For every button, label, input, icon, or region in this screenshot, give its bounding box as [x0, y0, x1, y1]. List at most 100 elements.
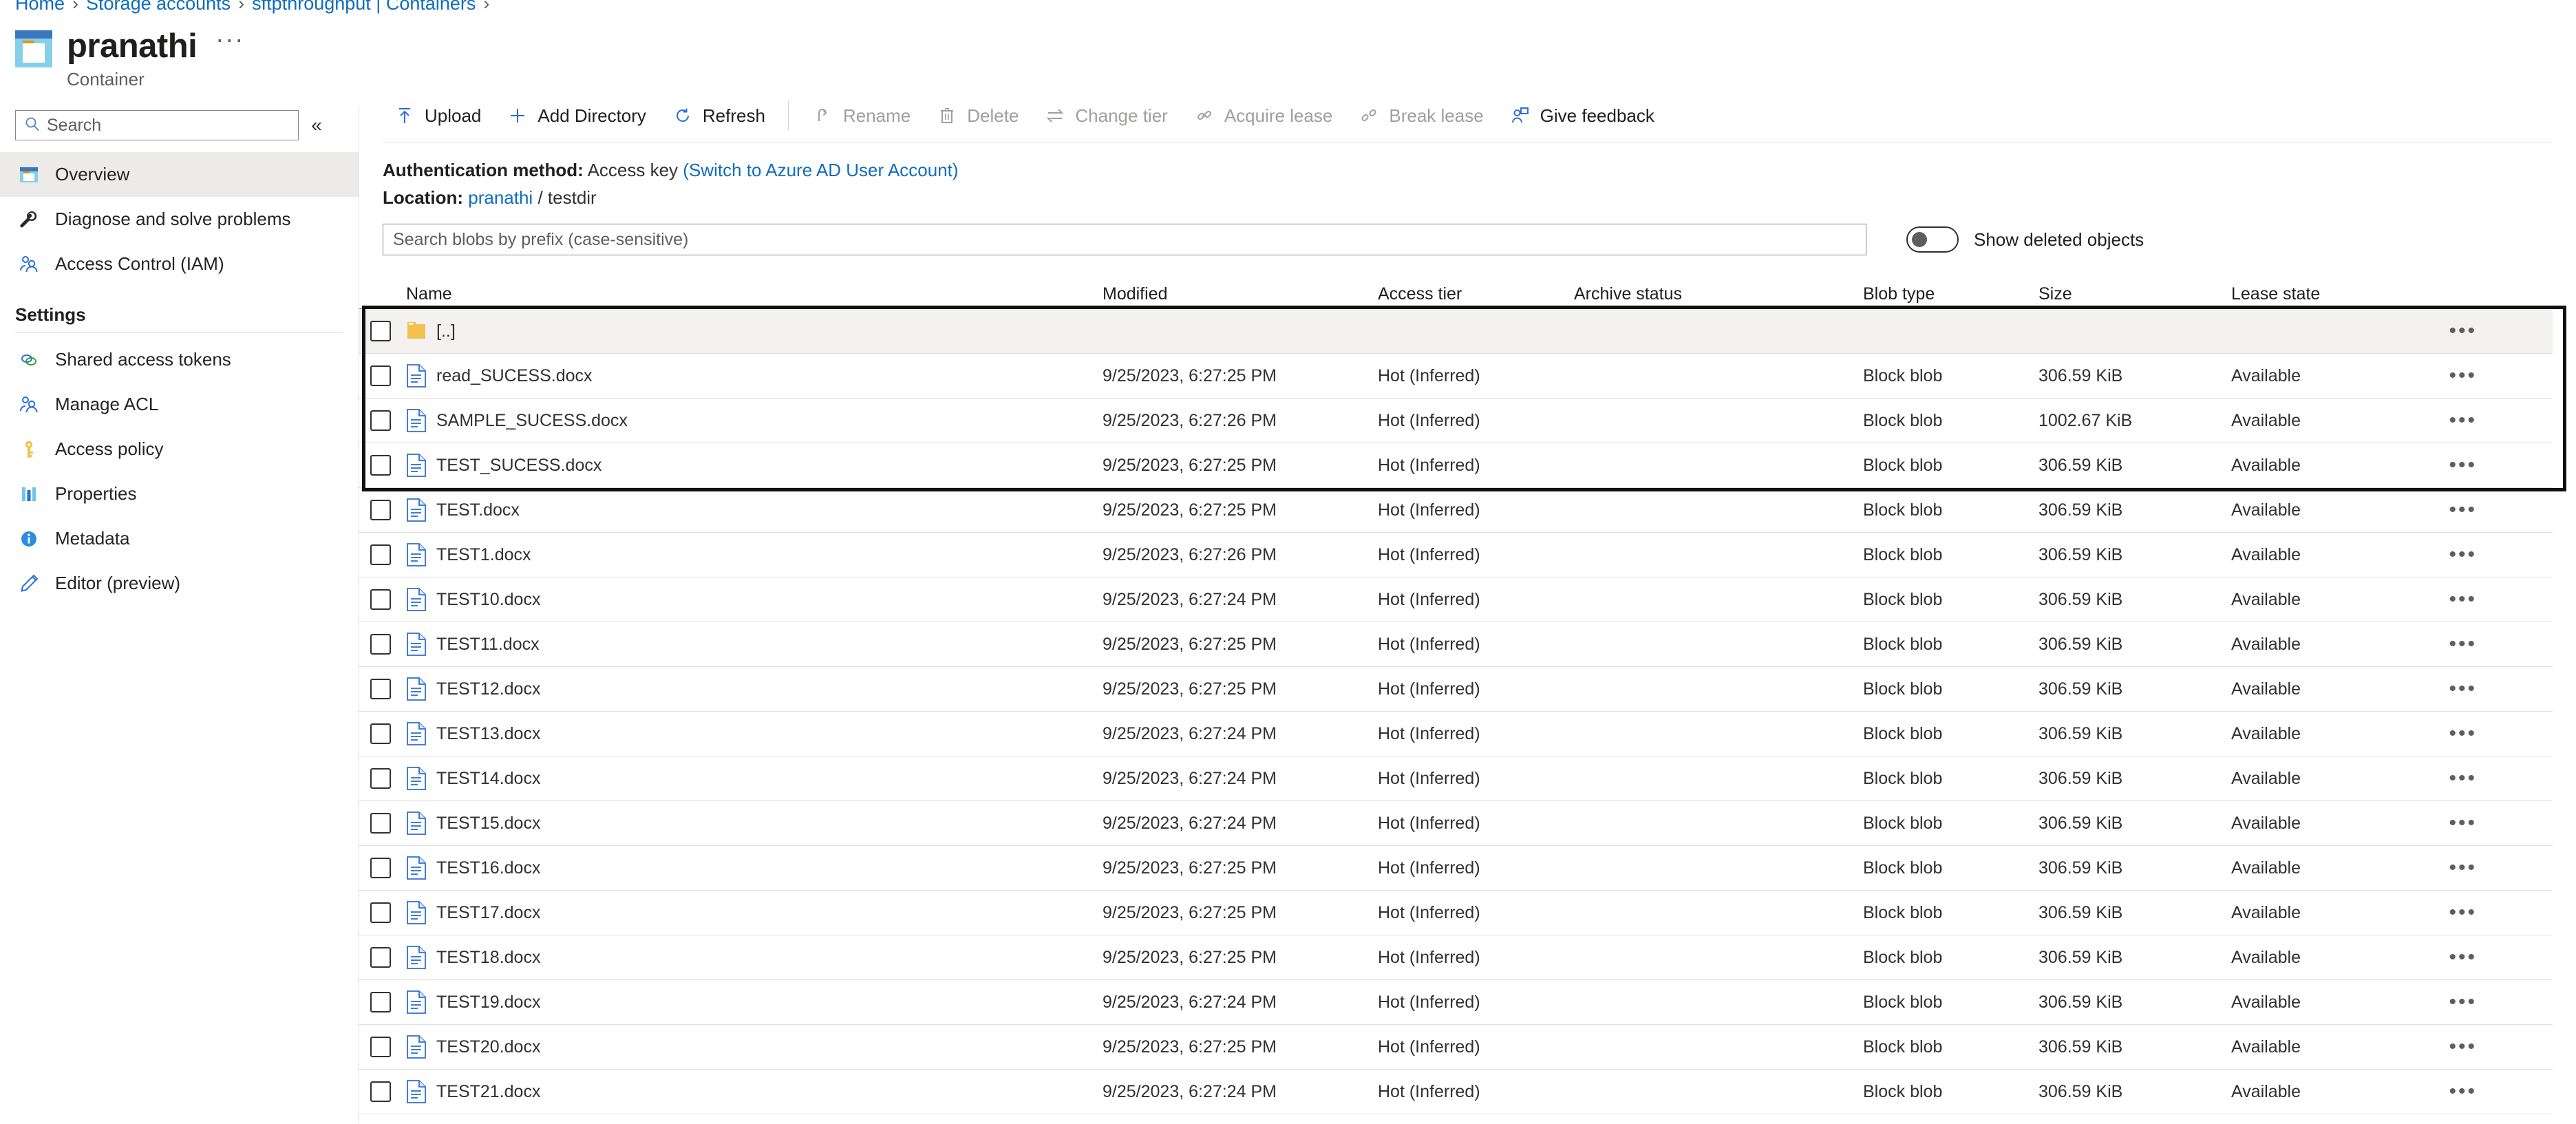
row-more-menu-icon[interactable]: •••: [2449, 1037, 2477, 1057]
row-more-menu-icon[interactable]: •••: [2449, 768, 2477, 789]
row-checkbox[interactable]: [370, 365, 391, 386]
row-checkbox[interactable]: [370, 902, 391, 923]
row-checkbox[interactable]: [370, 1037, 391, 1057]
row-checkbox[interactable]: [370, 634, 391, 655]
row-more-menu-icon[interactable]: •••: [2449, 813, 2477, 834]
row-name-label[interactable]: TEST18.docx: [436, 948, 540, 968]
table-row[interactable]: TEST10.docx 9/25/2023, 6:27:24 PM Hot (Inf…: [359, 577, 2553, 622]
column-header-size[interactable]: Size: [2039, 284, 2231, 304]
row-checkbox[interactable]: [370, 589, 391, 610]
row-more-menu-icon[interactable]: •••: [2449, 410, 2477, 431]
column-header-modified[interactable]: Modified: [1103, 284, 1378, 304]
breadcrumb-item[interactable]: Storage accounts: [86, 0, 231, 14]
row-more-menu-icon[interactable]: •••: [2449, 321, 2477, 341]
table-row[interactable]: TEST15.docx 9/25/2023, 6:27:24 PM Hot (Inf…: [359, 801, 2553, 846]
change-tier-button[interactable]: Change tier: [1033, 96, 1178, 136]
row-more-menu-icon[interactable]: •••: [2449, 992, 2477, 1012]
row-name-label[interactable]: TEST.docx: [436, 500, 520, 520]
page-more-menu[interactable]: ···: [215, 25, 244, 54]
table-row[interactable]: TEST1.docx 9/25/2023, 6:27:26 PM Hot (Infe…: [359, 533, 2553, 577]
table-row[interactable]: TEST19.docx 9/25/2023, 6:27:24 PM Hot (Inf…: [359, 980, 2553, 1025]
row-checkbox[interactable]: [370, 500, 391, 520]
row-name-label[interactable]: SAMPLE_SUCESS.docx: [436, 411, 628, 431]
row-checkbox[interactable]: [370, 1081, 391, 1102]
breadcrumb-item[interactable]: Home: [15, 0, 65, 14]
breadcrumb-item[interactable]: sftpthroughput | Containers: [252, 0, 476, 14]
row-name-label[interactable]: TEST12.docx: [436, 679, 540, 699]
row-name-label[interactable]: TEST15.docx: [436, 814, 540, 834]
table-row[interactable]: TEST18.docx 9/25/2023, 6:27:25 PM Hot (Inf…: [359, 935, 2553, 980]
row-name-label[interactable]: TEST1.docx: [436, 545, 531, 565]
table-row[interactable]: read_SUCESS.docx 9/25/2023, 6:27:25 PM Hot…: [359, 354, 2553, 399]
table-row[interactable]: TEST_SUCESS.docx 9/25/2023, 6:27:25 PM Hot…: [359, 443, 2553, 488]
column-header-name[interactable]: Name: [402, 284, 1103, 304]
acquire-lease-button[interactable]: Acquire lease: [1182, 96, 1343, 136]
table-row[interactable]: TEST11.docx 9/25/2023, 6:27:25 PM Hot (Inf…: [359, 622, 2553, 667]
row-more-menu-icon[interactable]: •••: [2449, 902, 2477, 923]
row-checkbox[interactable]: [370, 455, 391, 476]
column-header-archive-status[interactable]: Archive status: [1574, 284, 1863, 304]
break-lease-button[interactable]: Break lease: [1347, 96, 1493, 136]
row-checkbox[interactable]: [370, 321, 391, 341]
sidebar-item-properties[interactable]: Properties: [0, 471, 359, 516]
give-feedback-button[interactable]: Give feedback: [1498, 96, 1665, 136]
row-checkbox[interactable]: [370, 768, 391, 789]
row-name-label[interactable]: TEST10.docx: [436, 590, 540, 610]
row-checkbox[interactable]: [370, 410, 391, 431]
row-checkbox[interactable]: [370, 813, 391, 834]
row-more-menu-icon[interactable]: •••: [2449, 365, 2477, 386]
row-more-menu-icon[interactable]: •••: [2449, 1081, 2477, 1102]
rename-button[interactable]: Rename: [801, 96, 921, 136]
row-more-menu-icon[interactable]: •••: [2449, 679, 2477, 699]
row-name-label[interactable]: TEST20.docx: [436, 1037, 540, 1057]
row-checkbox[interactable]: [370, 679, 391, 699]
switch-auth-link[interactable]: (Switch to Azure AD User Account): [683, 160, 958, 180]
table-row[interactable]: TEST21.docx 9/25/2023, 6:27:24 PM Hot (Inf…: [359, 1070, 2553, 1114]
row-more-menu-icon[interactable]: •••: [2449, 947, 2477, 968]
table-row[interactable]: TEST20.docx 9/25/2023, 6:27:25 PM Hot (Inf…: [359, 1025, 2553, 1070]
table-row[interactable]: [..] •••: [359, 309, 2553, 354]
row-more-menu-icon[interactable]: •••: [2449, 723, 2477, 744]
collapse-sidebar-button[interactable]: «: [299, 110, 334, 140]
sidebar-item-access-policy[interactable]: Access policy: [0, 427, 359, 471]
row-name-label[interactable]: read_SUCESS.docx: [436, 366, 593, 386]
row-more-menu-icon[interactable]: •••: [2449, 858, 2477, 878]
row-name-label[interactable]: TEST14.docx: [436, 769, 540, 789]
sidebar-item-diagnose-and-solve-problems[interactable]: Diagnose and solve problems: [0, 197, 359, 242]
row-name-label[interactable]: TEST16.docx: [436, 858, 540, 878]
row-more-menu-icon[interactable]: •••: [2449, 634, 2477, 655]
sidebar-item-access-control-iam[interactable]: Access Control (IAM): [0, 242, 359, 286]
row-name-label[interactable]: [..]: [436, 321, 456, 341]
add-directory-button[interactable]: Add Directory: [496, 96, 657, 136]
row-name-label[interactable]: TEST17.docx: [436, 903, 540, 923]
column-header-blob-type[interactable]: Blob type: [1863, 284, 2039, 304]
table-row[interactable]: TEST14.docx 9/25/2023, 6:27:24 PM Hot (Inf…: [359, 756, 2553, 801]
sidebar-item-shared-access-tokens[interactable]: Shared access tokens: [0, 337, 359, 382]
sidebar-item-overview[interactable]: Overview: [0, 152, 359, 197]
row-name-label[interactable]: TEST_SUCESS.docx: [436, 456, 602, 476]
search-input[interactable]: Search: [15, 110, 299, 140]
upload-button[interactable]: Upload: [383, 96, 491, 136]
row-checkbox[interactable]: [370, 723, 391, 744]
row-checkbox[interactable]: [370, 858, 391, 878]
table-row[interactable]: TEST17.docx 9/25/2023, 6:27:25 PM Hot (Inf…: [359, 891, 2553, 935]
table-row[interactable]: TEST13.docx 9/25/2023, 6:27:24 PM Hot (Inf…: [359, 712, 2553, 756]
sidebar-item-manage-acl[interactable]: Manage ACL: [0, 382, 359, 427]
row-checkbox[interactable]: [370, 992, 391, 1012]
column-header-access-tier[interactable]: Access tier: [1378, 284, 1574, 304]
row-more-menu-icon[interactable]: •••: [2449, 500, 2477, 520]
table-row[interactable]: TEST.docx 9/25/2023, 6:27:25 PM Hot (Infer…: [359, 488, 2553, 533]
sidebar-item-editor-preview[interactable]: Editor (preview): [0, 561, 359, 606]
row-name-label[interactable]: TEST21.docx: [436, 1082, 540, 1102]
sidebar-item-metadata[interactable]: Metadata: [0, 516, 359, 561]
delete-button[interactable]: Delete: [925, 96, 1029, 136]
show-deleted-objects-toggle[interactable]: [1906, 226, 1959, 253]
row-checkbox[interactable]: [370, 544, 391, 565]
row-name-label[interactable]: TEST13.docx: [436, 724, 540, 744]
table-row[interactable]: SAMPLE_SUCESS.docx 9/25/2023, 6:27:26 PM H…: [359, 399, 2553, 443]
row-more-menu-icon[interactable]: •••: [2449, 589, 2477, 610]
refresh-button[interactable]: Refresh: [661, 96, 776, 136]
location-container-link[interactable]: pranathi: [468, 187, 533, 208]
blob-prefix-search-input[interactable]: Search blobs by prefix (case-sensitive): [383, 224, 1866, 255]
table-row[interactable]: TEST12.docx 9/25/2023, 6:27:25 PM Hot (Inf…: [359, 667, 2553, 712]
